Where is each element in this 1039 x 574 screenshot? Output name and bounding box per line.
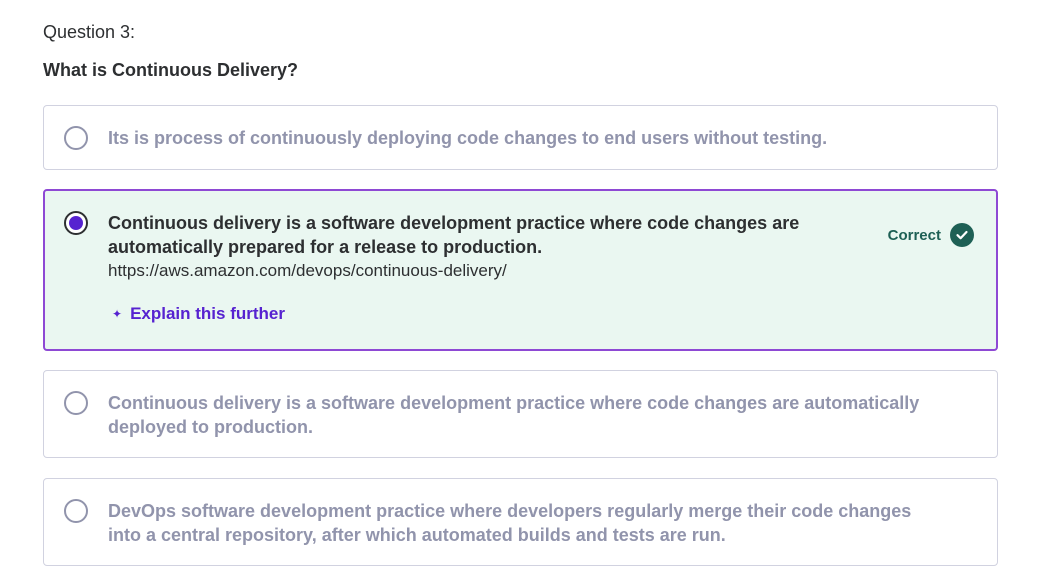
question-number: Question 3: <box>43 22 136 42</box>
answer-option-2[interactable]: Continuous delivery is a software develo… <box>43 189 998 351</box>
option-text: Continuous delivery is a software develo… <box>108 213 800 257</box>
radio-button[interactable] <box>64 126 88 150</box>
explain-further-button[interactable]: ✦ Explain this further <box>112 304 285 324</box>
option-text: DevOps software development practice whe… <box>108 501 912 545</box>
reference-link[interactable]: https://aws.amazon.com/devops/continuous… <box>108 261 507 281</box>
answer-option-3[interactable]: Continuous delivery is a software develo… <box>43 370 998 458</box>
option-text: Its is process of continuously deploying… <box>108 128 828 148</box>
correct-label: Correct <box>887 226 941 244</box>
radio-selected-dot <box>69 216 83 230</box>
check-circle-icon <box>950 223 974 247</box>
radio-button[interactable] <box>64 391 88 415</box>
answer-option-1[interactable]: Its is process of continuously deploying… <box>43 105 998 170</box>
answer-option-4[interactable]: DevOps software development practice whe… <box>43 478 998 566</box>
explain-further-label: Explain this further <box>130 304 285 323</box>
question-text: What is Continuous Delivery? <box>43 60 299 80</box>
sparkle-icon: ✦ <box>112 307 123 321</box>
radio-button[interactable] <box>64 499 88 523</box>
option-text: Continuous delivery is a software develo… <box>108 393 920 437</box>
radio-button-selected[interactable] <box>64 211 88 235</box>
correct-indicator: Correct <box>888 223 974 247</box>
